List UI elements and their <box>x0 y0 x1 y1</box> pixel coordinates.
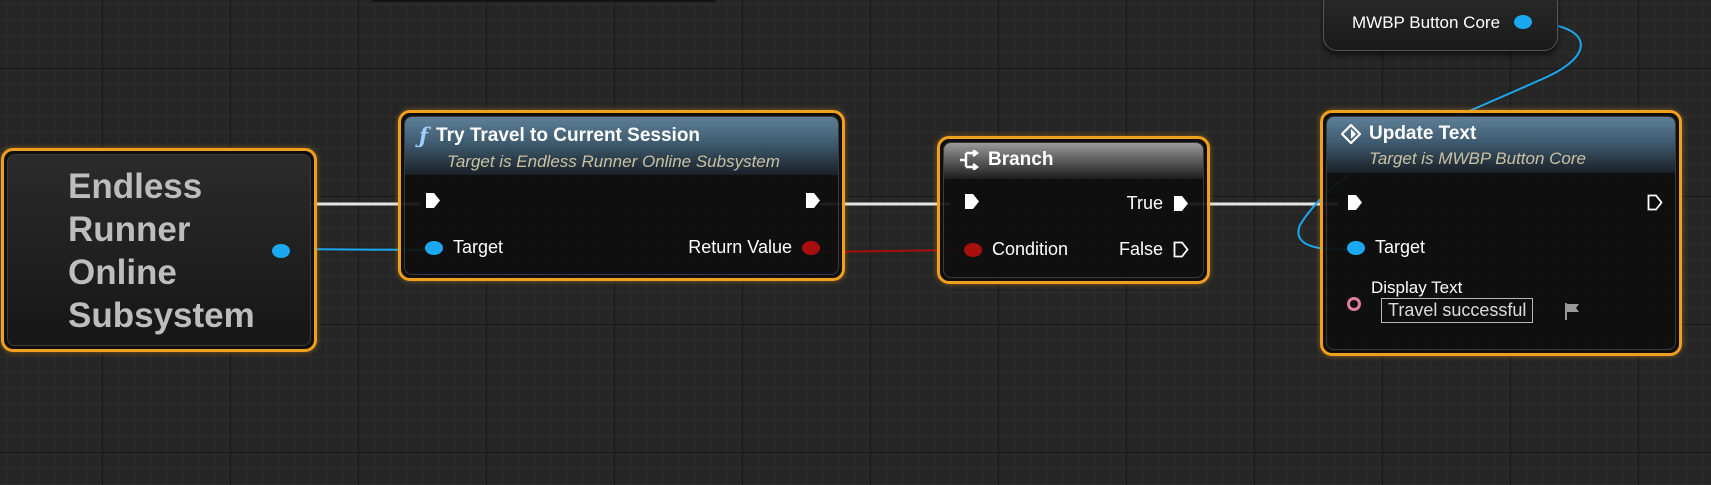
branch-header: Branch <box>944 143 1203 179</box>
offscreen-node-edge <box>368 0 720 2</box>
localization-flag-icon[interactable] <box>1563 301 1583 321</box>
variable-output-pin[interactable] <box>1514 15 1532 29</box>
condition-pin-icon <box>964 242 982 257</box>
title-line-2: Runner <box>68 210 191 249</box>
try-travel-title: Try Travel to Current Session <box>436 124 701 146</box>
title-line-4: Subsystem <box>68 296 255 335</box>
display-text-input[interactable]: Travel successful <box>1381 298 1534 323</box>
condition-label: Condition <box>992 239 1069 259</box>
target-pin[interactable]: Target <box>425 237 503 258</box>
mwbp-button-core-variable-node[interactable]: MWBP Button Core <box>1323 0 1558 51</box>
return-value-icon <box>802 240 820 255</box>
true-exec-icon <box>1174 196 1188 211</box>
branch-exec-in-icon <box>965 194 979 209</box>
try-travel-header: ƒ Try Travel to Current Session Target i… <box>405 117 838 175</box>
false-pin[interactable]: False <box>1119 239 1189 260</box>
update-text-subtitle: Target is MWBP Button Core <box>1369 149 1586 168</box>
event-diamond-icon <box>1341 124 1361 144</box>
update-text-node[interactable]: Update Text Target is MWBP Button Core T… <box>1320 110 1682 356</box>
branch-icon <box>960 150 979 170</box>
true-label: True <box>1126 193 1163 213</box>
exec-in-pin[interactable] <box>425 192 441 209</box>
update-target-pin[interactable]: Target <box>1347 237 1425 258</box>
branch-exec-in-pin[interactable] <box>964 193 980 210</box>
update-text-title: Update Text <box>1369 123 1477 144</box>
update-text-header: Update Text Target is MWBP Button Core <box>1327 117 1675 173</box>
update-exec-in-pin[interactable] <box>1347 194 1363 211</box>
title-line-3: Online <box>68 253 177 292</box>
try-travel-node[interactable]: ƒ Try Travel to Current Session Target i… <box>398 110 845 281</box>
target-pin-label: Target <box>453 237 504 257</box>
update-target-label: Target <box>1375 237 1426 257</box>
variable-label: MWBP Button Core <box>1352 13 1501 32</box>
title-line-1: Endless <box>68 167 203 206</box>
exec-in-icon <box>426 193 440 208</box>
branch-title: Branch <box>988 149 1054 170</box>
target-pin-icon <box>425 240 443 255</box>
subsystem-output-pin[interactable] <box>272 244 290 258</box>
update-exec-in-icon <box>1348 195 1362 210</box>
return-value-pin[interactable]: Return Value <box>688 237 820 258</box>
display-text-label: Display Text <box>1371 278 1463 297</box>
display-text-pin-icon[interactable] <box>1347 297 1361 311</box>
update-exec-out-pin[interactable] <box>1647 194 1663 211</box>
update-exec-out-icon <box>1647 194 1663 211</box>
false-label: False <box>1118 239 1163 259</box>
update-target-icon <box>1347 240 1365 255</box>
return-value-label: Return Value <box>688 237 792 257</box>
try-travel-subtitle: Target is Endless Runner Online Subsyste… <box>447 152 780 171</box>
function-icon: ƒ <box>419 123 429 148</box>
false-exec-icon <box>1173 241 1189 258</box>
true-pin[interactable]: True <box>1127 193 1189 214</box>
condition-pin[interactable]: Condition <box>964 239 1068 260</box>
exec-out-icon <box>806 193 820 208</box>
exec-out-pin[interactable] <box>805 192 821 209</box>
branch-node[interactable]: Branch True Condition False <box>937 136 1210 284</box>
subsystem-node-title: Endless Runner Online Subsystem <box>68 165 255 337</box>
subsystem-node[interactable]: Endless Runner Online Subsystem <box>1 148 317 352</box>
